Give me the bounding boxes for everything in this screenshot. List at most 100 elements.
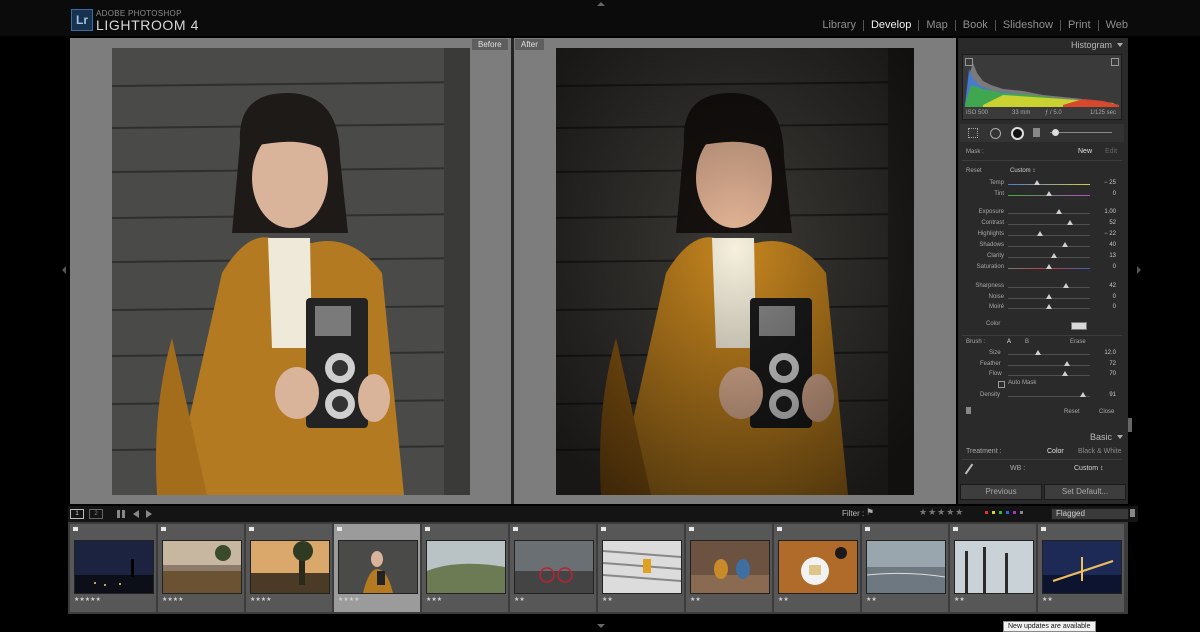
collapse-bottom-icon[interactable] [597,624,605,628]
previous-button[interactable]: Previous [960,484,1042,500]
slider-thumb[interactable] [1062,242,1069,247]
brush-close-button[interactable]: Close [1099,409,1114,415]
thumbnail-rating[interactable]: ★★★★ [250,596,272,603]
flag-icon[interactable] [865,527,870,531]
brush-feather-thumb[interactable] [1064,361,1071,366]
after-photo[interactable] [556,48,914,495]
slider-track[interactable] [1008,257,1090,258]
brush-feather-track[interactable] [1008,365,1090,366]
flag-filter-icon[interactable]: ⚑ [866,508,875,517]
treatment-bw-option[interactable]: Black & White [1078,448,1122,455]
filmstrip-thumbnail[interactable]: ★★ [950,524,1036,612]
thumbnail-rating[interactable]: ★★ [1042,596,1053,603]
wb-select[interactable]: Custom ↕ [1074,465,1104,472]
collapse-left-icon[interactable] [62,266,66,274]
slider-track[interactable] [1008,224,1090,225]
thumbnail-image[interactable] [162,540,242,594]
filmstrip-thumbnail[interactable]: ★★ [510,524,596,612]
brush-flow-thumb[interactable] [1062,371,1069,376]
panel-scrollbar[interactable] [1128,418,1132,432]
filmstrip-thumbnail[interactable]: ★★★★ [158,524,244,612]
thumbnail-image[interactable] [778,540,858,594]
module-develop[interactable]: Develop [864,20,920,31]
slider-track[interactable] [1008,235,1090,236]
brush-b-button[interactable]: B [1025,339,1029,345]
rating-filter[interactable]: ★★★★★ [919,508,964,517]
slider-thumb[interactable] [1050,253,1057,258]
crop-tool-icon[interactable] [968,128,978,138]
flag-icon[interactable] [777,527,782,531]
mask-toggle-icon[interactable] [966,407,971,414]
slider-thumb[interactable] [1067,220,1074,225]
flag-icon[interactable] [513,527,518,531]
filmstrip-thumbnail[interactable]: ★★ [1038,524,1124,612]
effect-preset-select[interactable]: Custom ↕ [1010,168,1035,174]
collapse-right-icon[interactable] [1137,266,1141,274]
thumbnail-rating[interactable]: ★★★ [426,596,442,603]
yellow-label-icon[interactable] [992,511,995,514]
flag-icon[interactable] [337,527,342,531]
filter-preset-select[interactable]: Flagged [1051,508,1129,520]
set-default-button[interactable]: Set Default... [1044,484,1126,500]
module-web[interactable]: Web [1099,20,1135,31]
basic-collapse-icon[interactable] [1117,435,1123,439]
module-book[interactable]: Book [956,20,996,31]
filmstrip-thumbnail[interactable]: ★★ [686,524,772,612]
spot-removal-icon[interactable] [990,128,1001,139]
thumbnail-image[interactable] [602,540,682,594]
brush-erase-button[interactable]: Erase [1070,339,1086,345]
flag-icon[interactable] [953,527,958,531]
thumbnail-rating[interactable]: ★★★★ [338,596,360,603]
thumbnail-rating[interactable]: ★★ [602,596,613,603]
back-arrow-icon[interactable] [133,510,139,518]
color-swatch[interactable] [1071,322,1087,330]
basic-title[interactable]: Basic [1090,432,1112,442]
filmstrip-thumbnail[interactable]: ★★ [598,524,684,612]
brush-size-thumb[interactable] [1035,350,1042,355]
thumbnail-image[interactable] [74,540,154,594]
second-window-button[interactable]: 2 [89,509,103,519]
green-label-icon[interactable] [999,511,1002,514]
slider-thumb[interactable] [1046,264,1052,269]
mask-edit-button[interactable]: Edit [1105,148,1117,155]
filmstrip-thumbnail[interactable]: ★★ [862,524,948,612]
thumbnail-image[interactable] [690,540,770,594]
flag-icon[interactable] [249,527,254,531]
module-slideshow[interactable]: Slideshow [996,20,1061,31]
before-photo[interactable] [112,48,470,495]
slider-thumb[interactable] [1046,294,1052,299]
auto-mask-checkbox[interactable] [998,381,1005,388]
thumbnail-rating[interactable]: ★★ [778,596,789,603]
slider-thumb[interactable] [1036,231,1043,236]
treatment-color-option[interactable]: Color [1047,448,1064,455]
module-print[interactable]: Print [1061,20,1099,31]
red-label-icon[interactable] [985,511,988,514]
density-thumb[interactable] [1079,392,1086,397]
blue-label-icon[interactable] [1006,511,1009,514]
color-label-filter[interactable] [985,511,1023,514]
main-window-button[interactable]: 1 [70,509,84,519]
slider-track[interactable] [1008,213,1090,214]
filmstrip-thumbnail[interactable]: ★★★ [422,524,508,612]
thumbnail-image[interactable] [1042,540,1122,594]
density-track[interactable] [1008,396,1090,397]
slider-thumb[interactable] [1033,180,1040,185]
purple-label-icon[interactable] [1013,511,1016,514]
collapse-top-icon[interactable] [597,2,605,6]
adjustment-brush-icon[interactable] [1052,129,1059,136]
thumbnail-rating[interactable]: ★★ [690,596,701,603]
thumbnail-image[interactable] [338,540,418,594]
filter-lock-icon[interactable] [1130,509,1135,517]
thumbnail-rating[interactable]: ★★★★ [162,596,184,603]
slider-track[interactable] [1008,246,1090,247]
red-eye-icon[interactable] [1011,127,1024,140]
brush-a-button[interactable]: A [1007,339,1011,345]
module-map[interactable]: Map [919,20,956,31]
mask-new-button[interactable]: New [1078,148,1092,155]
slider-track[interactable] [1008,287,1090,288]
update-notification[interactable]: New updates are available [1003,621,1096,632]
thumbnail-image[interactable] [250,540,330,594]
thumbnail-image[interactable] [866,540,946,594]
thumbnail-image[interactable] [954,540,1034,594]
filmstrip-thumbnail[interactable]: ★★★★ [246,524,332,612]
